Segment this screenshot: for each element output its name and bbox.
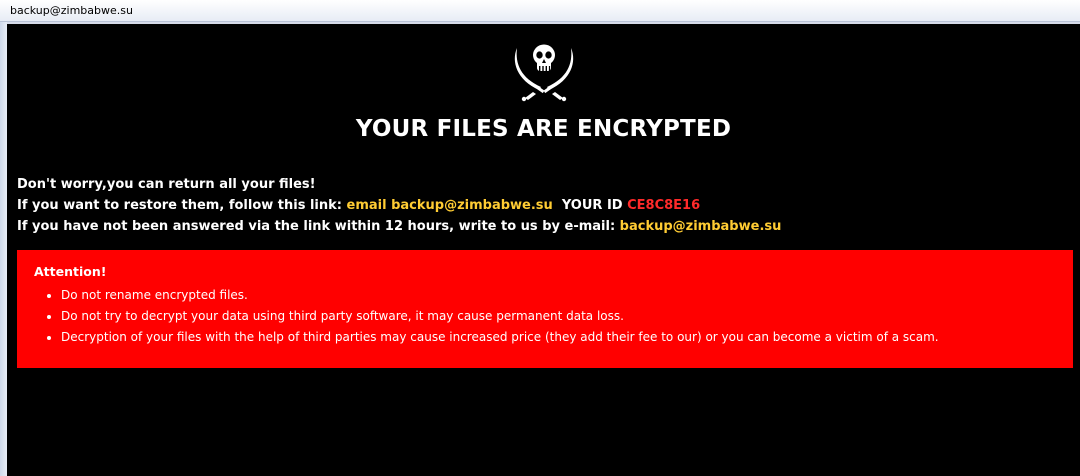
skull-crossed-swords-icon [514,44,574,102]
message-lines: Don't worry,you can return all your file… [17,174,781,237]
attention-title: Attention! [34,264,107,279]
title-bar[interactable]: backup@zimbabwe.su [0,0,1080,22]
message-line-3: If you have not been answered via the li… [17,216,781,237]
window-title: backup@zimbabwe.su [10,4,133,17]
email-link[interactable]: email backup@zimbabwe.su [347,198,553,213]
message-line-1: Don't worry,you can return all your file… [17,177,316,192]
line2-prefix: If you want to restore them, follow this… [17,198,347,213]
ransom-note-window: backup@zimbabwe.su YOUR FILES ARE ENCRYP… [0,0,1080,476]
attention-list: Do not rename encrypted files. Do not tr… [34,285,1073,348]
your-id-value: CE8C8E16 [627,198,701,213]
contact-email[interactable]: backup@zimbabwe.su [620,219,782,234]
attention-item: Do not rename encrypted files. [61,285,1073,306]
window-frame-left [0,22,7,476]
your-id-label: YOUR ID [552,198,628,213]
headline: YOUR FILES ARE ENCRYPTED [355,116,732,142]
note-content: YOUR FILES ARE ENCRYPTED Don't worry,you… [7,24,1080,476]
line3-prefix: If you have not been answered via the li… [17,219,620,234]
message-line-2: If you want to restore them, follow this… [17,195,781,216]
attention-box: Attention! Do not rename encrypted files… [17,250,1073,368]
attention-item: Do not try to decrypt your data using th… [61,306,1073,327]
attention-item: Decryption of your files with the help o… [61,327,1073,348]
